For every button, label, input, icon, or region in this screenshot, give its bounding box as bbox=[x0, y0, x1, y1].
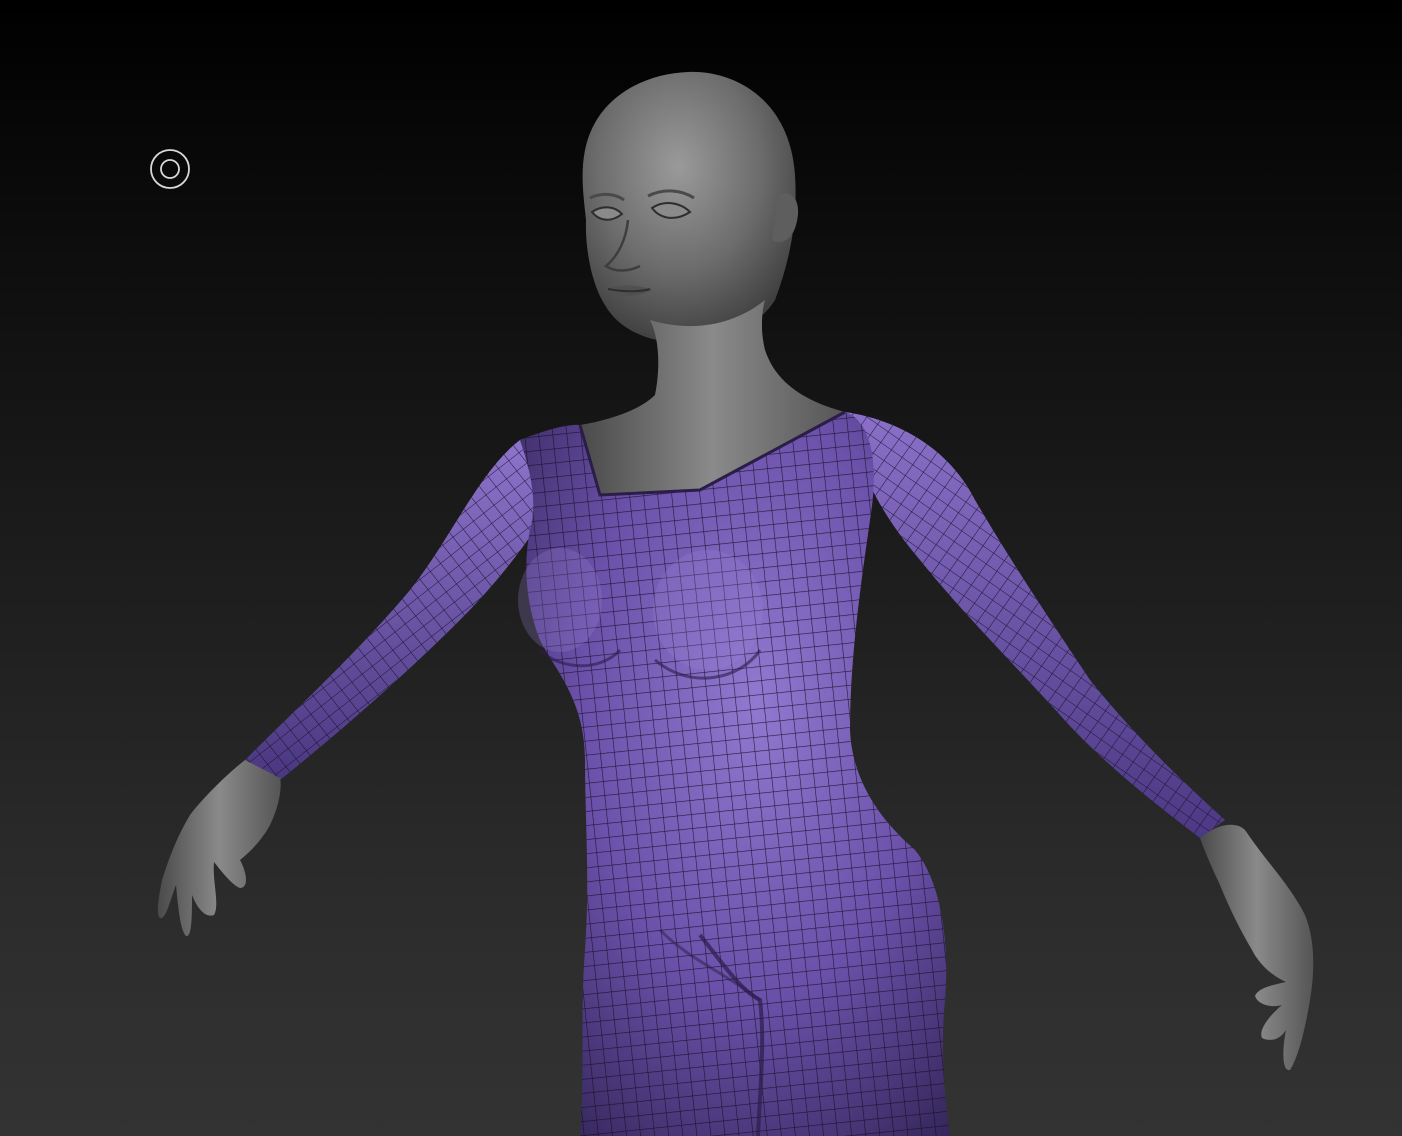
brush-cursor-icon bbox=[150, 149, 190, 189]
3d-viewport[interactable] bbox=[0, 0, 1402, 1136]
torso-suit bbox=[518, 410, 950, 1136]
left-hand bbox=[157, 760, 281, 937]
right-arm bbox=[845, 412, 1225, 838]
right-hand bbox=[1200, 824, 1314, 1071]
left-arm bbox=[245, 437, 561, 780]
sculpt-model[interactable] bbox=[0, 0, 1402, 1136]
head bbox=[582, 71, 799, 343]
